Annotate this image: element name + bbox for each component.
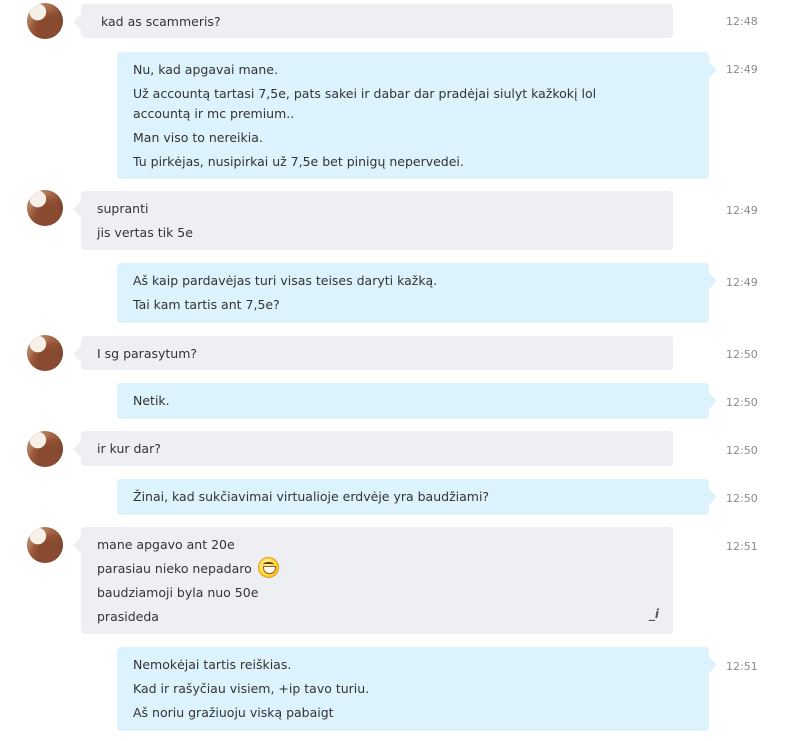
message-timestamp: 12:49 — [726, 63, 758, 76]
message-timestamp: 12:50 — [726, 396, 758, 409]
message-text: supranti — [97, 201, 149, 216]
message-text: Man viso to nereikia. — [133, 130, 263, 145]
message-timestamp: 12:49 — [726, 204, 758, 217]
message-text: I sg parasytum? — [97, 346, 198, 361]
message-text: mane apgavo ant 20e — [97, 537, 235, 552]
message-timestamp: 12:50 — [726, 348, 758, 361]
outgoing-message: Aš kaip pardavėjas turi visas teises dar… — [117, 263, 717, 323]
contact-avatar[interactable] — [27, 3, 63, 39]
message-text: Kad ir rašyčiau visiem, +ip tavo turiu. — [133, 681, 370, 696]
message-timestamp: 12:49 — [726, 276, 758, 289]
message-line-with-emoji: parasiau nieko nepadaro — [97, 557, 657, 581]
outgoing-message: Žinai, kad sukčiavimai virtualioje erdvė… — [117, 479, 717, 515]
grinning-emoji-icon — [257, 557, 279, 578]
message-text: Aš kaip pardavėjas turi visas teises dar… — [133, 273, 438, 288]
message-text: Žinai, kad sukčiavimai virtualioje erdvė… — [133, 489, 490, 504]
message-timestamp: 12:48 — [726, 15, 758, 28]
contact-avatar[interactable] — [27, 431, 63, 467]
contact-avatar[interactable] — [27, 527, 63, 563]
edited-icon[interactable]: _i — [649, 602, 659, 626]
message-text: kad as scammeris? — [101, 14, 221, 29]
message-text: Netik. — [133, 393, 170, 408]
outgoing-message: Nemokėjai tartis reiškias. Kad ir rašyči… — [117, 647, 717, 731]
message-text: Tai kam tartis ant 7,5e? — [133, 297, 280, 312]
message-text: jis vertas tik 5e — [97, 225, 193, 240]
incoming-message: ir kur dar? — [73, 431, 673, 466]
incoming-message: supranti jis vertas tik 5e — [73, 191, 673, 250]
message-text: Aš noriu gražiuoju viską pabaigt — [133, 705, 334, 720]
contact-avatar[interactable] — [27, 335, 63, 371]
outgoing-message: Netik. — [117, 383, 717, 419]
outgoing-message: Nu, kad apgavai mane. Už accountą tartas… — [117, 52, 717, 179]
message-text: parasiau nieko nepadaro — [97, 561, 252, 576]
message-timestamp: 12:50 — [726, 492, 758, 505]
message-timestamp: 12:51 — [726, 660, 758, 673]
message-text: Tu pirkėjas, nusipirkai už 7,5e bet pini… — [133, 154, 464, 169]
contact-avatar[interactable] — [27, 190, 63, 226]
message-text: Nemokėjai tartis reiškias. — [133, 657, 292, 672]
message-text: prasideda — [97, 609, 159, 624]
message-text: ir kur dar? — [97, 441, 161, 456]
message-timestamp: 12:50 — [726, 444, 758, 457]
message-text: Nu, kad apgavai mane. — [133, 62, 278, 77]
incoming-message: mane apgavo ant 20e parasiau nieko nepad… — [73, 527, 673, 634]
incoming-message: kad as scammeris? — [73, 4, 673, 38]
message-text: Už accountą tartasi 7,5e, pats sakei ir … — [133, 86, 597, 121]
message-timestamp: 12:51 — [726, 540, 758, 553]
incoming-message: I sg parasytum? — [73, 336, 673, 370]
message-text: baudziamoji byla nuo 50e — [97, 585, 259, 600]
